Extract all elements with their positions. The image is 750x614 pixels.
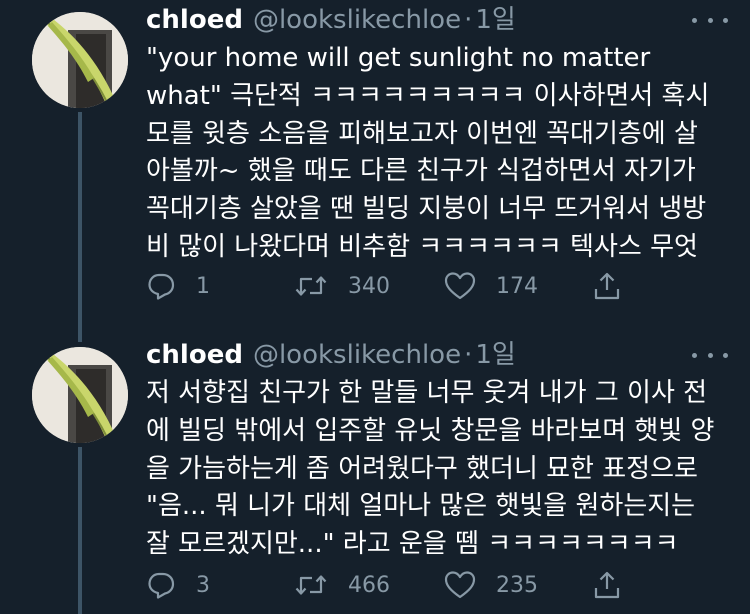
avatar[interactable] bbox=[32, 12, 128, 108]
reply-count: 1 bbox=[196, 273, 210, 299]
avatar[interactable] bbox=[32, 347, 128, 443]
user-handle[interactable]: @lookslikechloe bbox=[253, 2, 461, 38]
tweet-text: "your home will get sunlight no matter w… bbox=[146, 40, 736, 267]
timestamp[interactable]: 1일 bbox=[475, 337, 515, 373]
tweet-header: chloed @lookslikechloe · 1일 bbox=[146, 337, 516, 373]
tweet-thread: chloed @lookslikechloe · 1일 "your home w… bbox=[0, 0, 750, 614]
retweet-count: 466 bbox=[348, 572, 390, 598]
thread-connector-line bbox=[78, 112, 82, 342]
display-name[interactable]: chloed bbox=[146, 2, 243, 38]
like-icon bbox=[444, 272, 476, 300]
retweet-icon bbox=[295, 276, 327, 296]
reply-button[interactable]: 1 bbox=[146, 268, 210, 304]
tweet[interactable]: chloed @lookslikechloe · 1일 "your home w… bbox=[0, 0, 750, 342]
share-button[interactable] bbox=[592, 268, 622, 304]
avatar-image bbox=[32, 347, 128, 443]
tweet[interactable]: chloed @lookslikechloe · 1일 저 서향집 친구가 한 … bbox=[0, 335, 750, 614]
avatar-image bbox=[32, 12, 128, 108]
share-button[interactable] bbox=[592, 567, 622, 603]
tweet-text: 저 서향집 친구가 한 말들 너무 웃겨 내가 그 이사 전 에 빌딩 밖에서 … bbox=[146, 375, 736, 564]
tweet-text-line: 에 빌딩 밖에서 입주할 유닛 창문을 바라보며 햇빛 양 bbox=[146, 415, 715, 446]
like-count: 235 bbox=[496, 572, 538, 598]
retweet-button[interactable]: 466 bbox=[294, 567, 390, 603]
retweet-icon bbox=[295, 575, 327, 595]
tweet-text-line: 꼭대기층 살았을 땐 빌딩 지붕이 너무 뜨거워서 냉방 bbox=[146, 194, 707, 225]
like-icon bbox=[444, 571, 476, 599]
thread-connector-line bbox=[78, 447, 82, 614]
separator-dot: · bbox=[464, 340, 473, 370]
reply-icon bbox=[148, 273, 175, 300]
tweet-header: chloed @lookslikechloe · 1일 bbox=[146, 2, 516, 38]
timestamp[interactable]: 1일 bbox=[475, 2, 515, 38]
reply-icon bbox=[148, 572, 175, 599]
share-icon bbox=[594, 272, 620, 300]
display-name[interactable]: chloed bbox=[146, 337, 243, 373]
tweet-text-line: "음... 뭐 니가 대체 얼마나 많은 햇빛을 원하는지는 bbox=[146, 491, 696, 522]
like-button[interactable]: 174 bbox=[444, 268, 538, 304]
tweet-text-line: 아볼까~ 했을 때도 다른 친구가 식겁하면서 자기가 bbox=[146, 156, 696, 187]
tweet-text-line: 을 가늠하는게 좀 어려웠다구 했더니 묘한 표정으로 bbox=[146, 453, 698, 484]
tweet-text-line: 잘 모르겠지만..." 라고 운을 뗌 ㅋㅋㅋㅋㅋㅋㅋㅋ bbox=[146, 529, 679, 560]
tweet-actions: 3 466 235 bbox=[146, 567, 646, 603]
retweet-count: 340 bbox=[348, 273, 390, 299]
tweet-text-line: 모를 윗층 소음을 피해보고자 이번엔 꼭대기층에 살 bbox=[146, 118, 698, 149]
separator-dot: · bbox=[464, 5, 473, 35]
share-icon bbox=[594, 571, 620, 599]
tweet-text-line: 저 서향집 친구가 한 말들 너무 웃겨 내가 그 이사 전 bbox=[146, 378, 708, 408]
user-handle[interactable]: @lookslikechloe bbox=[253, 337, 461, 373]
like-button[interactable]: 235 bbox=[444, 567, 538, 603]
more-options-icon[interactable] bbox=[692, 8, 728, 32]
tweet-actions: 1 340 174 bbox=[146, 268, 646, 304]
like-count: 174 bbox=[496, 273, 538, 299]
reply-button[interactable]: 3 bbox=[146, 567, 210, 603]
tweet-text-line: "your home will get sunlight no matter bbox=[146, 43, 651, 73]
tweet-text-line: what" 극단적 ㅋㅋㅋㅋㅋㅋㅋㅋㅋ 이사하면서 혹시 bbox=[146, 80, 710, 111]
more-options-icon[interactable] bbox=[692, 343, 728, 367]
retweet-button[interactable]: 340 bbox=[294, 268, 390, 304]
reply-count: 3 bbox=[196, 572, 210, 598]
tweet-text-line: 비 많이 나왔다며 비추함 ㅋㅋㅋㅋㅋㅋ 텍사스 무엇 bbox=[146, 231, 698, 262]
